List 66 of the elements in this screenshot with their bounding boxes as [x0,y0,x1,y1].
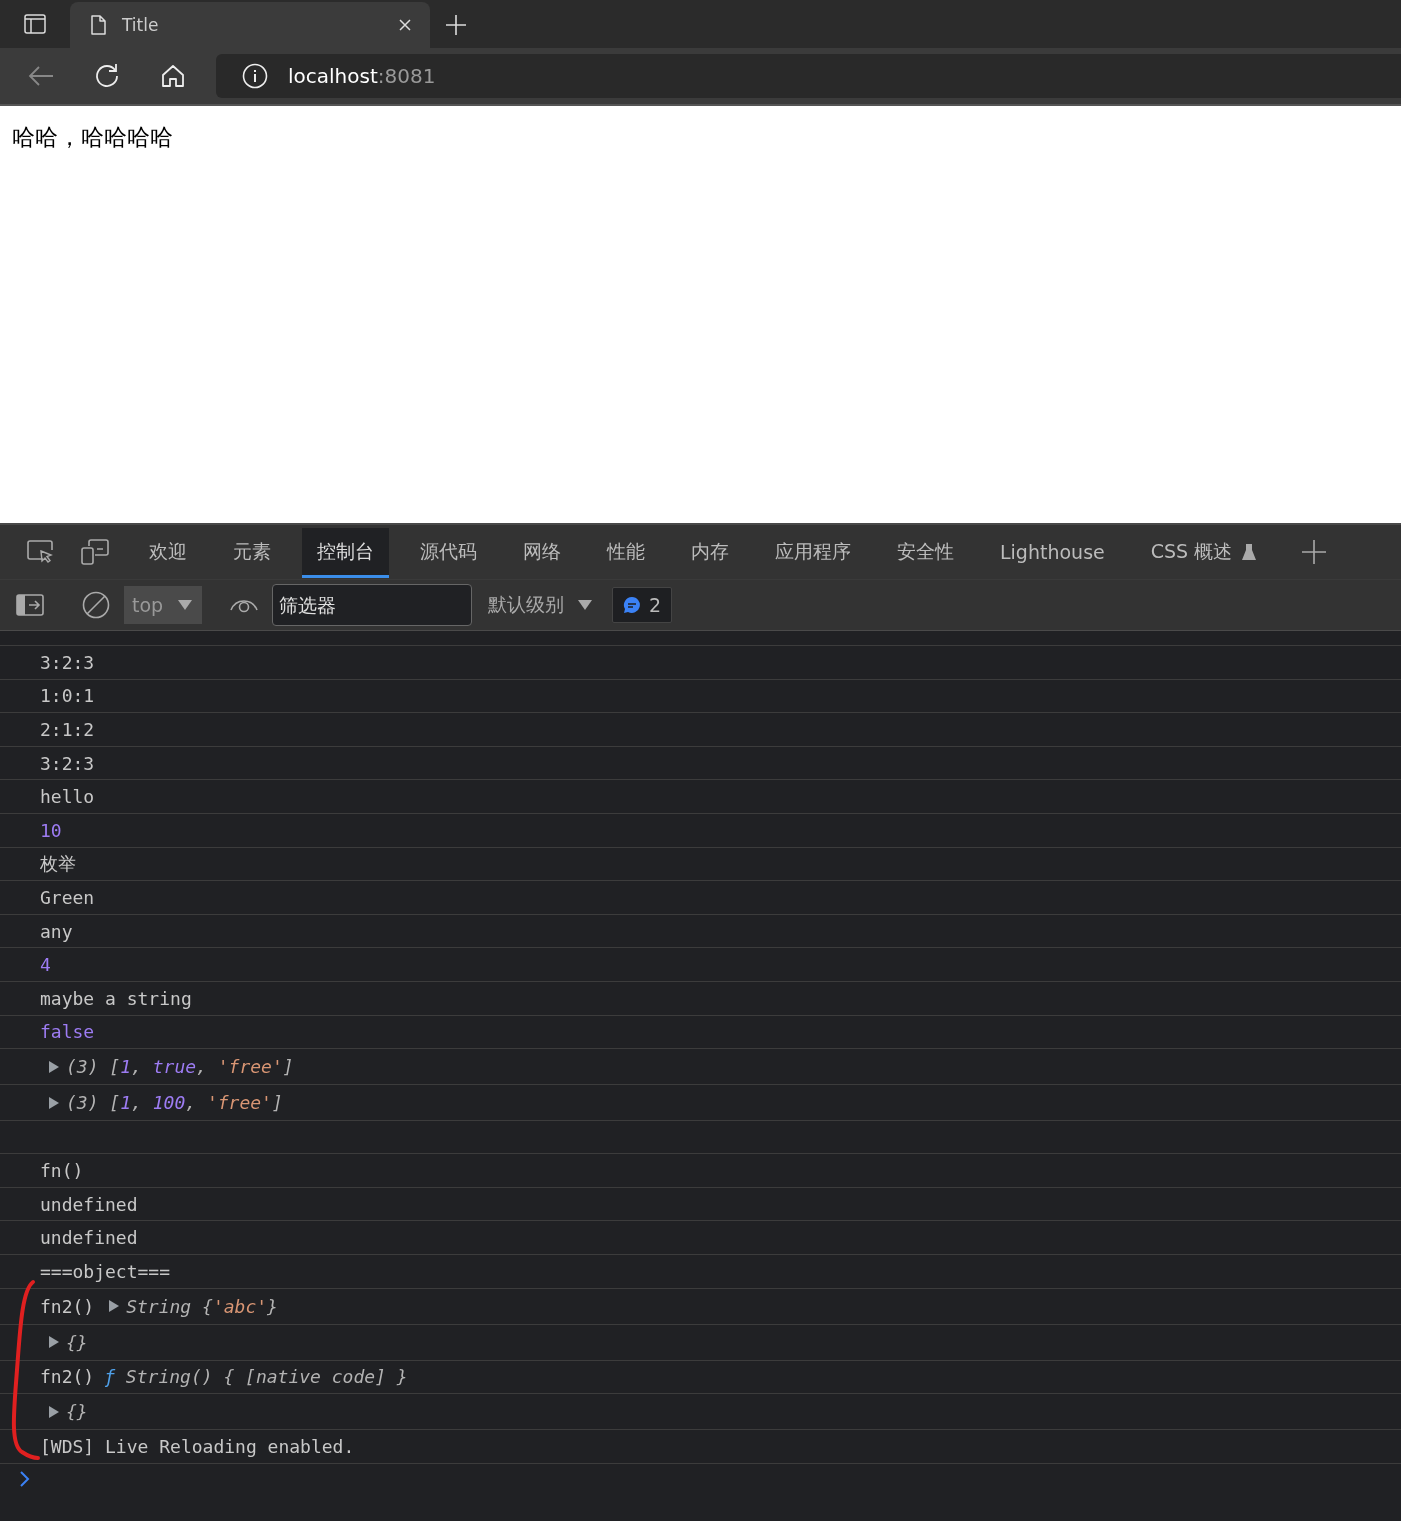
console-object: (3) [1, true, 'free'] [66,1056,294,1078]
console-message: ===object=== [40,1260,171,1282]
device-icon[interactable] [81,539,109,565]
console-object: String {'abc'} [126,1295,278,1317]
devtools-tab[interactable]: 安全性 [882,528,969,578]
browser-tab[interactable]: Title [70,2,430,48]
devtools-tab[interactable]: 内存 [676,528,744,578]
console-message: undefined [40,1193,138,1215]
address-bar[interactable]: localhost:8081 [216,54,1401,98]
devtools-tab[interactable]: 元素 [218,528,286,578]
devtools-tab[interactable]: 源代码 [405,528,492,578]
console-message: 枚举 [40,851,76,876]
console-message: undefined [40,1227,138,1249]
sidebar-icon[interactable] [24,14,46,34]
console-message: 2:1:2 [40,719,95,740]
console-message: 10 [40,819,62,841]
console-message: hello [40,786,95,808]
console-message: any [40,920,73,942]
console-object: {} [66,1331,88,1353]
sidebar-toggle-icon[interactable] [16,594,44,616]
console-message: 3:2:3 [40,752,95,774]
new-tab-icon[interactable] [445,14,467,36]
message-count-button[interactable]: 2 [612,587,673,623]
devtools-tab[interactable]: 网络 [508,528,576,578]
devtools-tab[interactable]: 欢迎 [134,528,202,578]
tab-title: Title [122,15,159,35]
caret-icon [578,600,592,610]
home-icon[interactable] [161,64,185,88]
console-message: 1:0:1 [40,685,95,707]
devtools-tab[interactable]: 控制台 [302,528,389,578]
devtools-tab[interactable]: CSS 概述 [1135,528,1272,578]
console-function: ƒ String() { [native code] } [104,1366,408,1388]
expand-icon[interactable] [48,1059,60,1074]
console-message: maybe a string [40,987,192,1009]
console-message: 3:2:3 [40,651,95,673]
document-icon [90,15,106,35]
expand-icon[interactable] [108,1299,121,1313]
console-object: {} [66,1401,88,1423]
chat-icon [623,596,641,614]
reload-icon[interactable] [94,63,120,89]
console-message: fn2() [40,1366,95,1388]
filter-field[interactable]: 筛选器 [272,584,472,626]
clear-console-icon[interactable] [82,591,110,619]
expand-icon[interactable] [48,1095,60,1110]
close-icon[interactable] [398,18,412,32]
caret-icon [178,600,192,610]
inspect-icon[interactable] [27,540,55,564]
console-message: false [40,1021,95,1043]
expand-icon[interactable] [48,1335,60,1349]
console-object: (3) [1, 100, 'free'] [66,1092,283,1114]
flask-icon [1242,542,1257,561]
console-message: 4 [40,954,51,976]
prompt-icon [20,1470,30,1487]
devtools-tab[interactable]: 应用程序 [760,528,866,578]
console-message: Green [40,886,95,908]
devtools-tab[interactable]: Lighthouse [985,528,1120,578]
info-icon [242,63,268,89]
expand-icon[interactable] [48,1404,60,1419]
log-level-select[interactable]: 默认级别 [488,592,598,618]
devtools-tab[interactable]: 性能 [592,528,660,578]
page-text: 哈哈，哈哈哈哈 [12,124,173,150]
url-text: localhost:8081 [288,64,436,88]
add-tab-icon[interactable] [1301,539,1328,565]
console-message: fn2() [40,1295,95,1317]
console-message: fn() [40,1159,84,1181]
console-message: [WDS] Live Reloading enabled. [40,1435,355,1457]
